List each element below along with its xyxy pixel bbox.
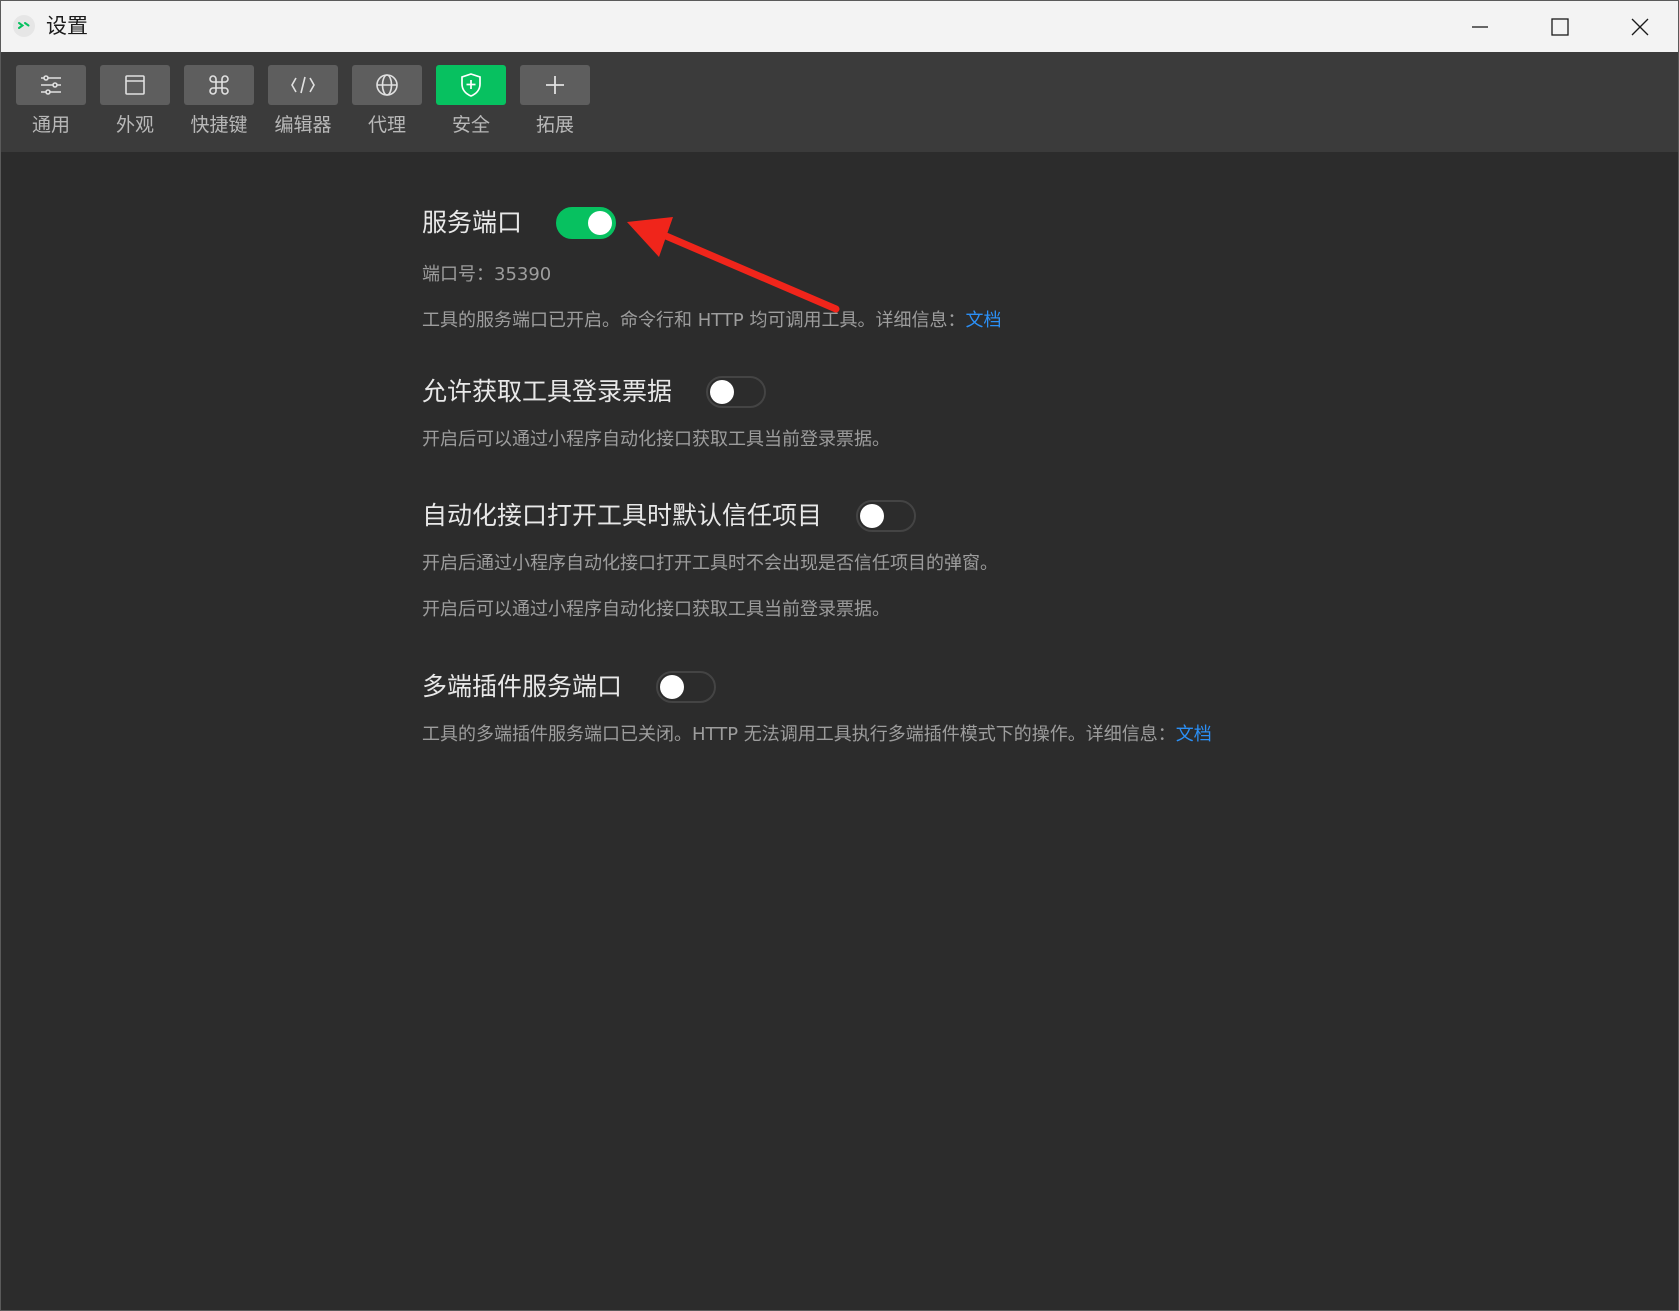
tab-extensions-label: 拓展 bbox=[535, 114, 574, 136]
security-settings-panel: 服务端口 端口号：35390 工具的服务端口已开启。命令行和 HTTP 均可调用… bbox=[1, 152, 1678, 1310]
close-icon bbox=[1631, 18, 1649, 35]
login-ticket-toggle[interactable] bbox=[706, 376, 767, 408]
plus-icon bbox=[546, 76, 564, 94]
auto-trust-header: 自动化接口打开工具时默认信任项目 bbox=[422, 496, 998, 536]
tab-editor-box bbox=[268, 65, 338, 105]
toggle-knob bbox=[710, 380, 735, 404]
tab-editor[interactable]: 编辑器 bbox=[267, 65, 339, 137]
tab-appearance[interactable]: 外观 bbox=[99, 65, 171, 137]
toggle-knob bbox=[588, 211, 613, 235]
tab-editor-label: 编辑器 bbox=[274, 114, 332, 136]
login-ticket-header: 允许获取工具登录票据 bbox=[422, 372, 890, 412]
settings-toolbar: 通用 外观 快捷键 编辑器 代理 安全 拓展 bbox=[1, 52, 1678, 152]
code-icon bbox=[291, 76, 315, 94]
service-port-description: 工具的服务端口已开启。命令行和 HTTP 均可调用工具。详细信息：文档 bbox=[422, 309, 1002, 333]
tab-security-box bbox=[436, 65, 506, 105]
tab-general[interactable]: 通用 bbox=[15, 65, 87, 137]
login-ticket-description: 开启后可以通过小程序自动化接口获取工具当前登录票据。 bbox=[422, 429, 890, 450]
auto-trust-toggle[interactable] bbox=[856, 500, 917, 532]
wechat-devtools-logo-icon bbox=[13, 15, 35, 37]
multi-plugin-toggle[interactable] bbox=[656, 671, 717, 703]
tab-proxy-label: 代理 bbox=[367, 114, 406, 136]
toggle-knob bbox=[860, 504, 885, 528]
tab-proxy-box bbox=[352, 65, 422, 105]
toggle-knob bbox=[660, 675, 685, 699]
maximize-button[interactable] bbox=[1521, 1, 1599, 52]
minimize-button[interactable] bbox=[1441, 1, 1519, 52]
tab-security[interactable]: 安全 bbox=[435, 65, 507, 137]
login-ticket-section: 允许获取工具登录票据 开启后可以通过小程序自动化接口获取工具当前登录票据。 bbox=[422, 372, 890, 452]
tab-extensions-box bbox=[520, 65, 590, 105]
multi-plugin-header: 多端插件服务端口 bbox=[422, 667, 1212, 707]
service-port-header: 服务端口 bbox=[422, 203, 1002, 243]
tab-general-label: 通用 bbox=[31, 114, 70, 136]
tab-security-label: 安全 bbox=[451, 114, 490, 136]
window-title: 设置 bbox=[46, 14, 88, 38]
globe-icon bbox=[376, 74, 398, 96]
tab-shortcuts-box bbox=[184, 65, 254, 105]
service-port-toggle[interactable] bbox=[556, 207, 617, 239]
service-port-description-text: 工具的服务端口已开启。命令行和 HTTP 均可调用工具。详细信息： bbox=[422, 310, 966, 331]
tab-extensions[interactable]: 拓展 bbox=[519, 65, 591, 137]
service-port-section: 服务端口 端口号：35390 工具的服务端口已开启。命令行和 HTTP 均可调用… bbox=[422, 203, 1002, 333]
port-number-text: 端口号：35390 bbox=[422, 264, 552, 285]
multi-plugin-description-text: 工具的多端插件服务端口已关闭。HTTP 无法调用工具执行多端插件模式下的操作。详… bbox=[422, 724, 1176, 745]
auto-trust-description: 开启后通过小程序自动化接口打开工具时不会出现是否信任项目的弹窗。 bbox=[422, 553, 998, 574]
window-layout-icon bbox=[125, 75, 145, 95]
auto-trust-description-2: 开启后可以通过小程序自动化接口获取工具当前登录票据。 bbox=[422, 599, 890, 620]
tab-shortcuts-label: 快捷键 bbox=[190, 114, 248, 136]
multi-plugin-section: 多端插件服务端口 工具的多端插件服务端口已关闭。HTTP 无法调用工具执行多端插… bbox=[422, 667, 1212, 747]
login-ticket-title: 允许获取工具登录票据 bbox=[422, 377, 673, 406]
multi-plugin-docs-link[interactable]: 文档 bbox=[1176, 724, 1212, 745]
command-key-icon bbox=[209, 75, 229, 95]
maximize-icon bbox=[1551, 17, 1569, 36]
service-port-title: 服务端口 bbox=[422, 208, 523, 237]
multi-plugin-title: 多端插件服务端口 bbox=[422, 672, 623, 701]
shield-icon bbox=[461, 73, 481, 97]
title-bar: 设置 bbox=[1, 1, 1678, 52]
tab-general-box bbox=[16, 65, 86, 105]
sliders-icon bbox=[41, 75, 61, 95]
auto-trust-section: 自动化接口打开工具时默认信任项目 开启后通过小程序自动化接口打开工具时不会出现是… bbox=[422, 496, 998, 622]
tab-appearance-box bbox=[100, 65, 170, 105]
settings-window: 设置 通用 外观 快捷键 编辑器 代理 安全 拓展 服务端口 端口号：35390… bbox=[0, 0, 1679, 1311]
auto-trust-title: 自动化接口打开工具时默认信任项目 bbox=[422, 501, 823, 530]
service-port-docs-link[interactable]: 文档 bbox=[966, 310, 1002, 331]
tab-appearance-label: 外观 bbox=[115, 114, 154, 136]
multi-plugin-description: 工具的多端插件服务端口已关闭。HTTP 无法调用工具执行多端插件模式下的操作。详… bbox=[422, 723, 1212, 747]
tab-shortcuts[interactable]: 快捷键 bbox=[183, 65, 255, 137]
close-button[interactable] bbox=[1601, 1, 1678, 52]
minimize-icon bbox=[1472, 25, 1488, 28]
tab-proxy[interactable]: 代理 bbox=[351, 65, 423, 137]
